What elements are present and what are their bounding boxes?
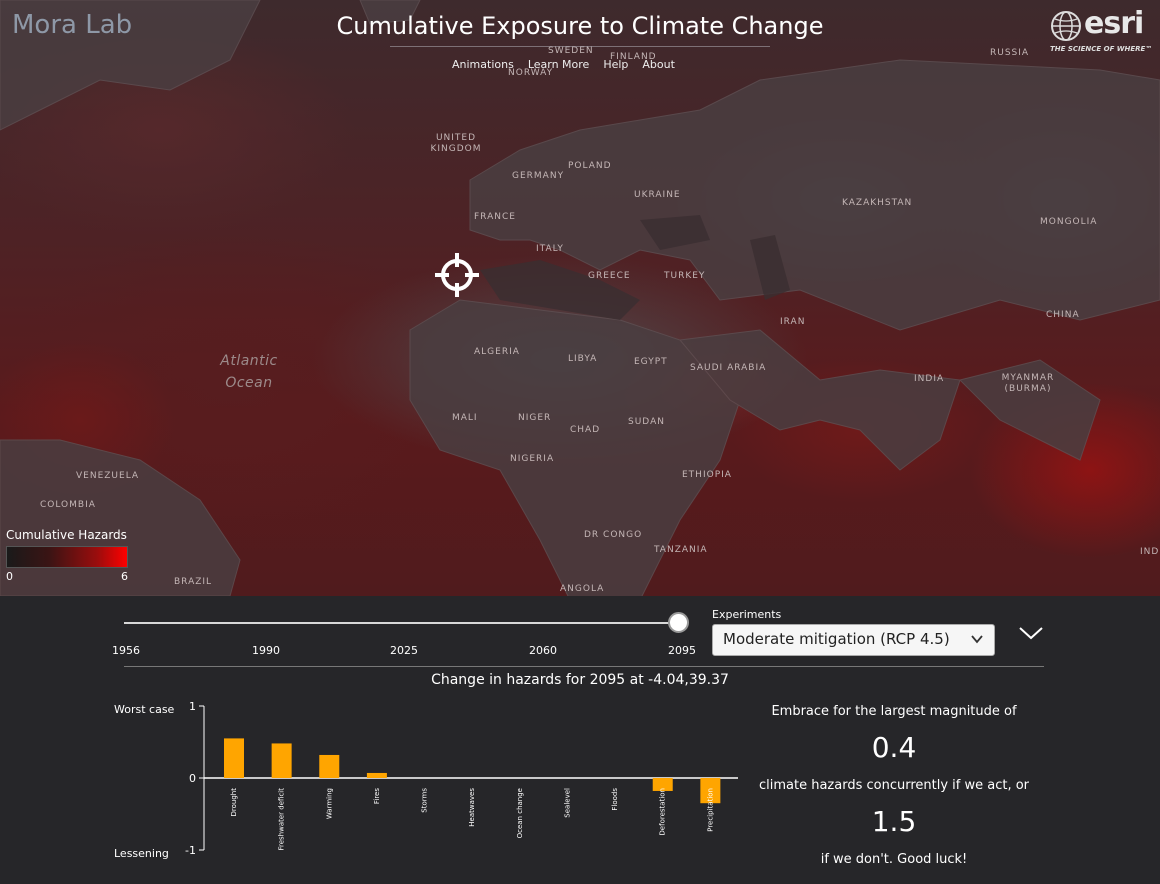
summary-value-dont: 1.5: [871, 805, 917, 838]
year-label: 1956: [112, 644, 140, 657]
x-tick-label: Freshwater deficit: [278, 788, 286, 851]
bar: [366, 772, 387, 778]
x-tick-label: Precipitation: [706, 788, 714, 832]
crosshair-icon[interactable]: [433, 251, 481, 299]
ocean-label: Atlantic Ocean: [220, 353, 278, 391]
year-label: 1990: [252, 644, 280, 657]
country-label: CHINA: [1046, 310, 1080, 320]
country-label: MALI: [452, 413, 478, 423]
nav-about[interactable]: About: [642, 58, 675, 71]
year-label: 2025: [390, 644, 418, 657]
country-label: GREECE: [588, 271, 631, 281]
hazard-change-chart: Worst case Lessening 1 0 -1 Drought Freshwa…: [114, 700, 738, 860]
country-label: POLAND: [568, 161, 612, 171]
esri-tagline: THE SCIENCE OF WHERE™: [1050, 45, 1153, 53]
year-label: 2060: [529, 644, 557, 657]
collapse-panel-button[interactable]: [1018, 624, 1044, 642]
country-label: TANZANIA: [654, 545, 708, 555]
nav-animations[interactable]: Animations: [452, 58, 514, 71]
legend-color-ramp: [6, 546, 128, 568]
map-view[interactable]: SWEDEN FINLAND NORWAY RUSSIA UNITED KING…: [0, 0, 1160, 596]
nav-learn-more[interactable]: Learn More: [528, 58, 590, 71]
esri-wordmark: esri: [1084, 6, 1144, 41]
country-label: SUDAN: [628, 417, 665, 427]
country-label: CHAD: [570, 425, 601, 435]
land-masses: [0, 0, 1160, 596]
country-label: VENEZUELA: [76, 471, 140, 481]
country-label: NIGERIA: [510, 454, 555, 464]
y-tick-label: 1: [189, 700, 196, 713]
chart-x-labels: Drought Freshwater deficit Warming Fires Sto…: [230, 788, 714, 851]
title-divider: [390, 46, 770, 47]
country-label: FRANCE: [474, 212, 516, 222]
country-label: KAZAKHSTAN: [842, 198, 913, 208]
legend-title: Cumulative Hazards: [6, 528, 127, 542]
chevron-down-icon: [971, 635, 983, 644]
experiments-label: Experiments: [712, 608, 782, 621]
country-label: UKRAINE: [634, 190, 681, 200]
bar: [271, 743, 292, 778]
country-label: MYANMAR (BURMA): [1001, 373, 1055, 394]
country-label: ETHIOPIA: [682, 470, 732, 480]
country-label: ANGOLA: [560, 584, 605, 594]
country-label: SAUDI ARABIA: [690, 363, 767, 373]
year-label: 2095: [668, 644, 696, 657]
map-legend: Cumulative Hazards 0 6: [6, 528, 132, 583]
nav-help[interactable]: Help: [603, 58, 628, 71]
globe-icon: [1051, 11, 1081, 41]
country-label: IND: [1140, 547, 1160, 557]
y-tick-label: 0: [189, 772, 196, 785]
panel-divider: [124, 666, 1044, 667]
x-tick-label: Drought: [230, 788, 238, 817]
legend-max: 6: [121, 570, 128, 583]
country-label: DR CONGO: [584, 530, 643, 540]
y-tick-label: -1: [185, 844, 196, 857]
summary-line-3: if we don't. Good luck!: [820, 852, 968, 867]
country-label: ITALY: [536, 244, 564, 254]
page-title: Cumulative Exposure to Climate Change: [336, 12, 824, 40]
country-label: LIBYA: [568, 354, 598, 364]
x-tick-label: Deforestation: [659, 788, 667, 836]
chart-title: Change in hazards for 2095 at -4.04,39.3…: [431, 672, 729, 688]
chevron-down-icon: [1019, 627, 1043, 640]
year-slider-track[interactable]: [124, 622, 680, 624]
x-tick-label: Sealevel: [563, 788, 571, 818]
summary-line-2: climate hazards concurrently if we act, …: [758, 778, 1030, 793]
country-label: UNITED KINGDOM: [430, 133, 482, 154]
country-label: IRAN: [780, 317, 806, 327]
year-slider-thumb[interactable]: [668, 612, 689, 633]
country-label: MONGOLIA: [1040, 217, 1098, 227]
country-label: NIGER: [518, 413, 552, 423]
country-label: COLOMBIA: [40, 500, 96, 510]
y-label-bottom: Lessening: [114, 847, 169, 860]
country-label: GERMANY: [512, 171, 565, 181]
x-tick-label: Heatwaves: [468, 788, 476, 827]
x-tick-label: Floods: [611, 788, 619, 811]
legend-min: 0: [6, 570, 13, 583]
control-panel: 1956 1990 2025 2060 2095 Experiments Mod…: [0, 596, 1160, 884]
country-label: SWEDEN: [548, 46, 594, 56]
country-label: RUSSIA: [990, 48, 1030, 58]
x-tick-label: Warming: [325, 788, 333, 819]
experiments-selected-value: Moderate mitigation (RCP 4.5): [723, 630, 950, 648]
esri-logo: esri THE SCIENCE OF WHERE™: [1048, 6, 1152, 56]
experiments-select[interactable]: Moderate mitigation (RCP 4.5): [712, 624, 995, 656]
bar: [224, 738, 244, 778]
country-label: BRAZIL: [174, 577, 213, 587]
x-tick-label: Storms: [421, 788, 429, 813]
summary-value-act: 0.4: [871, 731, 917, 764]
country-label: TURKEY: [664, 271, 706, 281]
country-label: INDIA: [914, 374, 945, 384]
country-label: EGYPT: [634, 357, 668, 367]
country-label: ALGERIA: [474, 347, 520, 357]
y-label-top: Worst case: [114, 703, 175, 716]
summary-line-1: Embrace for the largest magnitude of: [771, 704, 1017, 719]
bar: [319, 754, 340, 778]
x-tick-label: Ocean change: [516, 788, 524, 838]
top-nav: Animations Learn More Help About: [452, 58, 675, 71]
x-tick-label: Fires: [373, 788, 381, 804]
summary-panel: Embrace for the largest magnitude of 0.4…: [744, 704, 1044, 867]
